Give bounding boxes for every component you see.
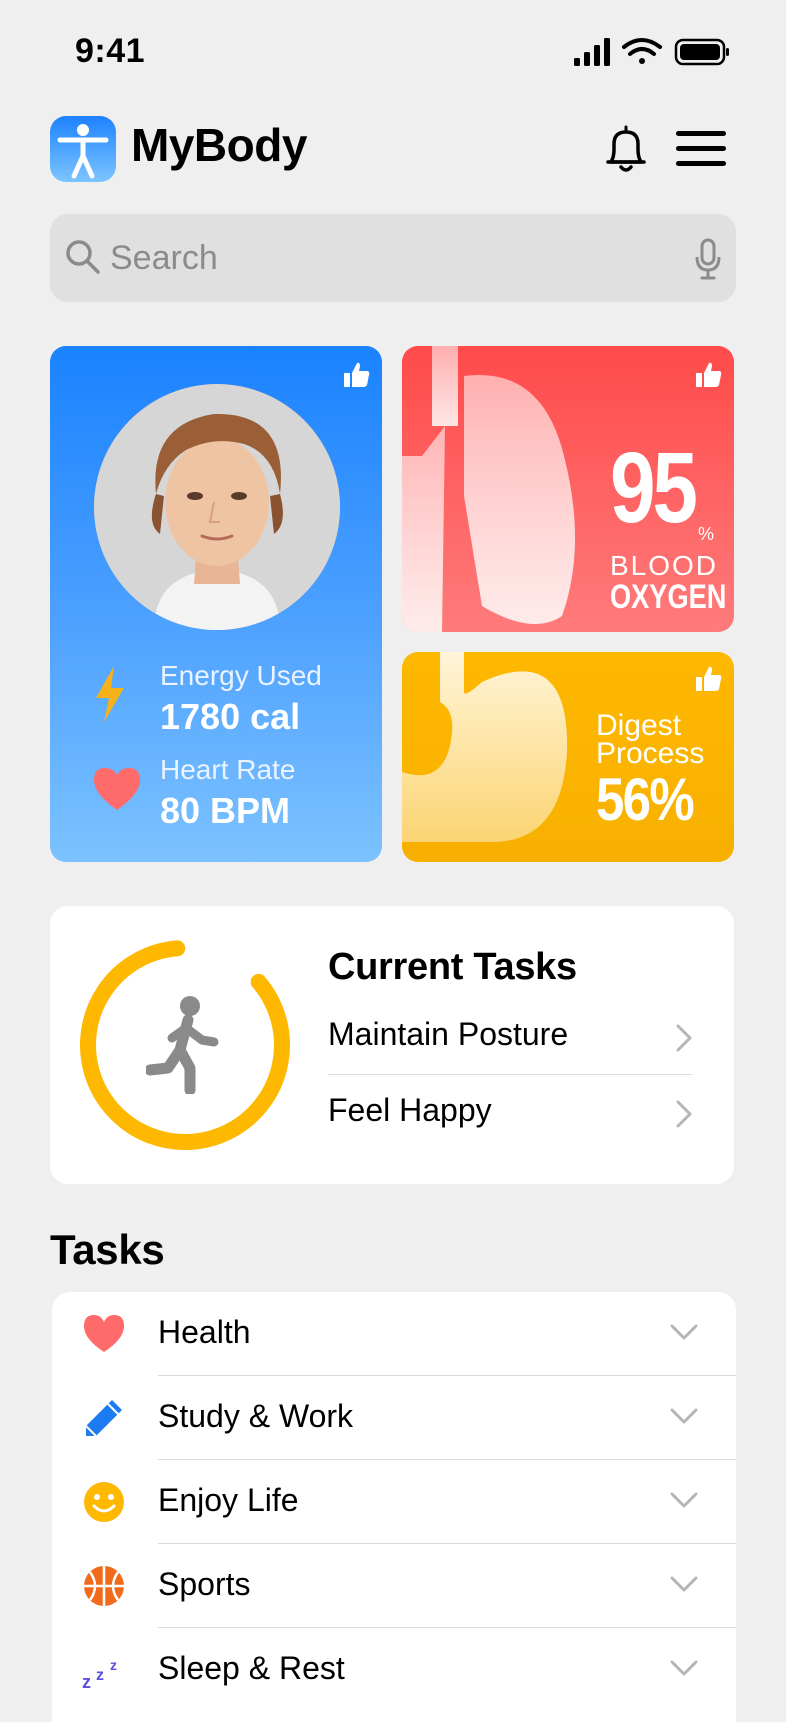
oxygen-value: 95 [610,432,698,544]
cellular-signal-icon [574,38,610,66]
battery-icon [674,38,729,66]
task-label: Sleep & Rest [158,1650,345,1686]
status-icons [574,38,729,66]
tasks-heading: Tasks [50,1226,165,1273]
task-item-enjoy-life[interactable]: Enjoy Life [52,1460,736,1544]
task-item-study-work[interactable]: Study & Work [52,1376,736,1460]
profile-card[interactable]: Energy Used 1780 cal Heart Rate 80 BPM [50,346,382,862]
thumbs-up-icon[interactable] [694,360,724,390]
running-person-icon [146,996,219,1094]
divider [328,1074,692,1075]
bell-icon[interactable] [603,124,649,174]
chevron-down-icon [670,1408,698,1424]
current-tasks-card: Current Tasks Maintain Posture Feel Happ… [50,906,734,1184]
oxygen-unit: % [698,524,715,544]
app-title: MyBody [131,119,307,171]
task-label: Enjoy Life [158,1482,299,1518]
heart-icon [94,768,140,810]
smiley-icon [84,1482,124,1522]
digest-value: 56% [596,766,695,833]
app-logo [50,116,116,182]
thumbs-up-icon[interactable] [342,360,372,390]
heart-rate-label: Heart Rate [160,754,296,785]
avatar [94,384,340,630]
current-task-item[interactable]: Maintain Posture [328,1006,692,1068]
svg-text:z: z [82,1672,91,1692]
search-icon [66,240,100,274]
accessibility-person-icon [57,124,109,179]
microphone-icon[interactable] [694,238,722,280]
svg-text:z: z [96,1667,104,1684]
chevron-down-icon [670,1660,698,1676]
chevron-down-icon [670,1324,698,1340]
search-input[interactable] [110,214,670,302]
heart-icon [84,1315,124,1352]
task-label: Study & Work [158,1398,354,1434]
zzz-icon: z z z [82,1657,117,1692]
current-task-label: Feel Happy [328,1092,492,1128]
task-label: Health [158,1314,251,1350]
chevron-down-icon [670,1576,698,1592]
svg-text:z: z [110,1657,117,1673]
digest-label-line1: Digest [596,709,682,742]
wifi-icon [622,38,662,64]
user-portrait [94,384,340,630]
hamburger-menu-icon[interactable] [676,130,726,168]
thumbs-up-icon[interactable] [694,664,724,694]
heart-rate-value: 80 BPM [160,790,291,831]
pencil-icon [85,1400,122,1437]
digest-label-line2: Process [596,737,705,770]
basketball-icon [84,1566,124,1606]
energy-value: 1780 cal [160,696,301,737]
current-task-item[interactable]: Feel Happy [328,1082,692,1144]
status-time: 9:41 [75,32,146,70]
search-bar[interactable] [50,214,736,302]
chevron-right-icon [676,1024,692,1052]
energy-label: Energy Used [160,660,322,691]
task-label: Sports [158,1566,251,1602]
current-tasks-title: Current Tasks [328,946,577,988]
current-task-label: Maintain Posture [328,1016,569,1052]
chevron-down-icon [670,1492,698,1508]
tasks-list: Health Study & Work Enjoy Life Sports z … [52,1292,736,1722]
task-item-sleep-rest[interactable]: z z z Sleep & Rest [52,1628,736,1712]
oxygen-label-line2: OXYGEN [610,578,727,616]
task-item-sports[interactable]: Sports [52,1544,736,1628]
task-item-health[interactable]: Health [52,1292,736,1376]
digest-process-card[interactable]: Digest Process 56% [402,652,734,862]
blood-oxygen-card[interactable]: 95 % BLOOD OXYGEN [402,346,734,632]
chevron-right-icon [676,1100,692,1128]
lightning-icon [96,666,124,722]
